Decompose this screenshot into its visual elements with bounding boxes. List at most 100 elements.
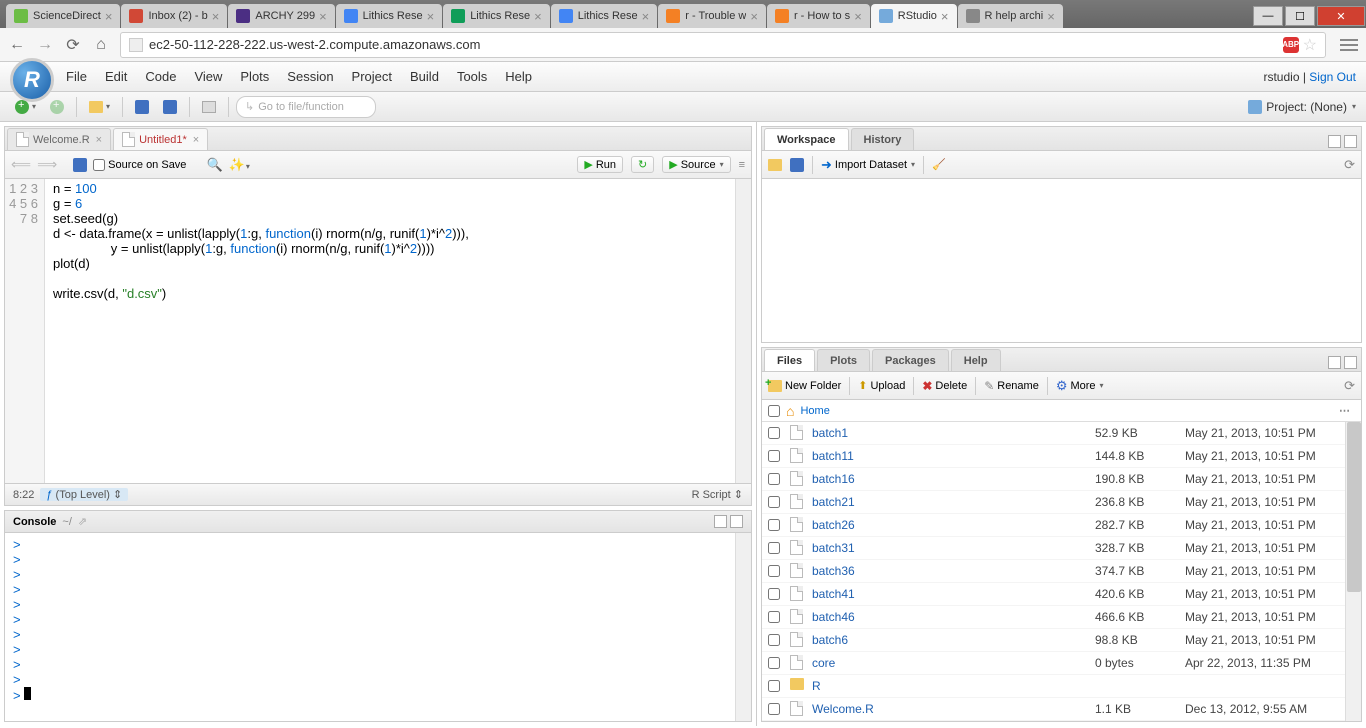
back-button[interactable]: ← [8,36,26,54]
ws-max-icon[interactable] [1344,135,1357,148]
tab-close-icon[interactable]: × [854,9,862,24]
tab-close-icon[interactable]: × [750,9,758,24]
file-row[interactable]: batch46466.6 KBMay 21, 2013, 10:51 PM [762,606,1361,629]
goto-file-input[interactable]: ↳Go to file/function [236,96,376,118]
tab-close-icon[interactable]: × [105,9,113,24]
save-all-button[interactable] [158,96,182,118]
menu-file[interactable]: File [66,69,87,84]
browser-tab[interactable]: ARCHY 299× [228,4,334,28]
rerun-button[interactable]: ↻ [631,156,654,173]
minimize-button[interactable]: — [1253,6,1283,26]
home-button[interactable]: ⌂ [92,36,110,54]
tab-close-icon[interactable]: × [193,134,199,146]
home-link[interactable]: Home [800,405,829,417]
file-checkbox[interactable] [768,542,780,554]
file-checkbox[interactable] [768,450,780,462]
menu-code[interactable]: Code [145,69,176,84]
console-scrollbar[interactable] [735,533,751,721]
tab-close-icon[interactable]: × [319,9,327,24]
file-name[interactable]: batch6 [812,633,1095,647]
tab-files[interactable]: Files [764,349,815,371]
file-row[interactable]: batch21236.8 KBMay 21, 2013, 10:51 PM [762,491,1361,514]
tab-history[interactable]: History [851,128,915,150]
nav-back-icon[interactable]: ⟸ [11,156,31,173]
menu-tools[interactable]: Tools [457,69,487,84]
outline-icon[interactable]: ≡ [739,159,745,171]
browser-tab[interactable]: r - How to s× [767,4,870,28]
browser-tab[interactable]: Lithics Rese× [551,4,658,28]
nav-fwd-icon[interactable]: ⟹ [37,156,57,173]
open-file-button[interactable]: ▾ [84,96,115,118]
print-button[interactable] [197,96,221,118]
refresh-files-icon[interactable]: ⟳ [1344,378,1355,394]
file-checkbox[interactable] [768,565,780,577]
browser-tab[interactable]: R help archi× [958,4,1063,28]
browser-tab[interactable]: Lithics Rese× [443,4,550,28]
tab-close-icon[interactable]: × [1047,9,1055,24]
source-on-save-toggle[interactable]: Source on Save [93,159,186,171]
file-name[interactable]: batch21 [812,495,1095,509]
more-button[interactable]: ⚙More▾ [1056,378,1104,394]
menu-view[interactable]: View [194,69,222,84]
project-selector[interactable]: Project: (None) ▾ [1248,100,1356,114]
file-checkbox[interactable] [768,427,780,439]
file-name[interactable]: batch36 [812,564,1095,578]
file-name[interactable]: batch26 [812,518,1095,532]
code-editor[interactable]: 1 2 3 4 5 6 7 8 n = 100 g = 6 set.seed(g… [5,179,751,483]
file-name[interactable]: batch11 [812,449,1095,463]
file-name[interactable]: batch1 [812,426,1095,440]
close-window-button[interactable]: ✕ [1317,6,1365,26]
menu-help[interactable]: Help [505,69,532,84]
delete-button[interactable]: ✖Delete [922,379,967,393]
tab-help[interactable]: Help [951,349,1001,371]
wand-icon[interactable]: ✨▾ [229,157,250,173]
browser-tab[interactable]: Inbox (2) - b× [121,4,227,28]
file-checkbox[interactable] [768,611,780,623]
console-popout-icon[interactable]: ⇗ [78,515,87,528]
clear-workspace-icon[interactable]: 🧹 [932,158,946,171]
file-row[interactable]: batch26282.7 KBMay 21, 2013, 10:51 PM [762,514,1361,537]
tab-workspace[interactable]: Workspace [764,128,849,150]
browser-tab[interactable]: RStudio× [871,4,957,28]
file-row[interactable]: batch152.9 KBMay 21, 2013, 10:51 PM [762,422,1361,445]
reload-button[interactable]: ⟳ [64,36,82,54]
file-checkbox[interactable] [768,519,780,531]
file-row[interactable]: batch31328.7 KBMay 21, 2013, 10:51 PM [762,537,1361,560]
load-workspace-icon[interactable] [768,159,782,171]
menu-plots[interactable]: Plots [240,69,269,84]
sign-out-link[interactable]: Sign Out [1309,70,1356,84]
chrome-menu-icon[interactable] [1340,39,1358,51]
save-workspace-icon[interactable] [790,158,804,172]
abp-icon[interactable]: ABP [1283,37,1299,53]
file-row[interactable]: core0 bytesApr 22, 2013, 11:35 PM [762,652,1361,675]
file-row[interactable]: batch16190.8 KBMay 21, 2013, 10:51 PM [762,468,1361,491]
editor-scrollbar[interactable] [735,179,751,483]
ws-min-icon[interactable] [1328,135,1341,148]
file-row[interactable]: batch698.8 KBMay 21, 2013, 10:51 PM [762,629,1361,652]
console-max-icon[interactable] [730,515,743,528]
bookmark-star-icon[interactable]: ☆ [1303,35,1317,55]
file-row[interactable]: batch11144.8 KBMay 21, 2013, 10:51 PM [762,445,1361,468]
path-overflow-button[interactable]: ⋯ [1335,404,1355,417]
console-min-icon[interactable] [714,515,727,528]
tab-close-icon[interactable]: × [941,9,949,24]
menu-edit[interactable]: Edit [105,69,127,84]
run-button[interactable]: ▶Run [577,156,623,173]
new-project-button[interactable] [45,96,69,118]
browser-tab[interactable]: r - Trouble w× [658,4,766,28]
new-folder-button[interactable]: +New Folder [768,380,841,392]
file-name[interactable]: batch31 [812,541,1095,555]
file-checkbox[interactable] [768,657,780,669]
rename-button[interactable]: ✎Rename [984,379,1039,393]
forward-button[interactable]: → [36,36,54,54]
files-min-icon[interactable] [1328,356,1341,369]
tab-packages[interactable]: Packages [872,349,949,371]
tab-close-icon[interactable]: × [642,9,650,24]
import-dataset-button[interactable]: ➜Import Dataset▾ [821,157,915,173]
scope-selector[interactable]: ƒ(Top Level) ⇕ [40,488,128,501]
select-all-checkbox[interactable] [768,405,780,417]
file-name[interactable]: R [812,679,1095,693]
menu-session[interactable]: Session [287,69,333,84]
file-row[interactable]: batch41420.6 KBMay 21, 2013, 10:51 PM [762,583,1361,606]
file-checkbox[interactable] [768,588,780,600]
